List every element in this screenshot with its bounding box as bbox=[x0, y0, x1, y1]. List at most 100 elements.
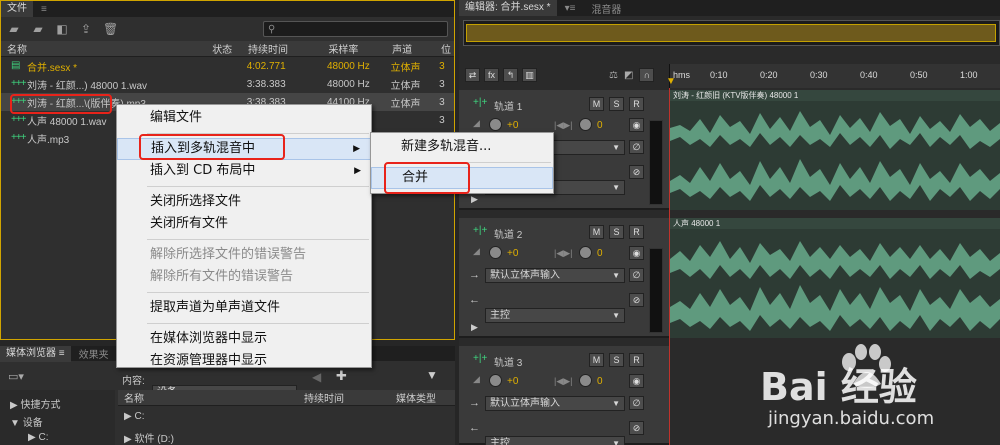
tab-mixer[interactable]: 混音器 bbox=[583, 1, 629, 16]
clip-label[interactable]: 人声 48000 1 bbox=[670, 218, 1000, 229]
track-name[interactable]: 轨道 2 bbox=[494, 226, 522, 241]
mute-button[interactable]: M bbox=[589, 353, 604, 367]
input-select[interactable]: 默认立体声输入 ▼ bbox=[485, 396, 625, 411]
open-append-icon[interactable]: ▰ bbox=[31, 23, 45, 35]
menu-item-extract-mono[interactable]: 提取声道为单声道文件 bbox=[117, 297, 371, 319]
phase-icon[interactable]: ∅ bbox=[629, 268, 644, 282]
solo-button[interactable]: S bbox=[609, 225, 624, 239]
output-select[interactable]: 主控 ▼ bbox=[485, 308, 625, 323]
solo-button[interactable]: S bbox=[609, 353, 624, 367]
mute-button[interactable]: M bbox=[589, 97, 604, 111]
overview-bar[interactable] bbox=[463, 20, 1000, 46]
monitor-icon[interactable]: ◉ bbox=[629, 118, 644, 132]
panel-menu-icon[interactable]: ▾≡ bbox=[557, 3, 584, 14]
menu-item-show-explorer[interactable]: 在资源管理器中显示 bbox=[117, 350, 371, 372]
clip-label[interactable]: 刘涛 - 红颜旧 (KTV版伴奏) 48000 1 bbox=[670, 90, 1000, 101]
menu-item-close-all[interactable]: 关闭所有文件 bbox=[117, 213, 371, 235]
tree-item-c[interactable]: ▶ C: bbox=[28, 432, 48, 443]
trash-icon[interactable]: 🗑 bbox=[103, 23, 118, 35]
headphones-icon[interactable]: ∩ bbox=[639, 68, 655, 82]
menu-item-close-selected[interactable]: 关闭所选择文件 bbox=[117, 191, 371, 213]
record-arm-button[interactable]: R bbox=[629, 97, 644, 111]
col-media-type[interactable]: 媒体类型 bbox=[390, 390, 450, 405]
track-3-lane[interactable] bbox=[670, 346, 1000, 445]
tree-item-devices[interactable]: ▼ 设备 bbox=[10, 414, 43, 429]
pan-knob[interactable] bbox=[579, 118, 592, 131]
menu-item-edit-file[interactable]: 编辑文件 bbox=[117, 107, 371, 129]
mono-icon[interactable]: ⊘ bbox=[629, 165, 644, 179]
track-1-lane[interactable]: 刘涛 - 红颜旧 (KTV版伴奏) 48000 1 bbox=[670, 90, 1000, 210]
track-2-lane[interactable]: 人声 48000 1 bbox=[670, 218, 1000, 338]
drive-icon[interactable]: ▭▾ bbox=[8, 370, 24, 383]
track-name[interactable]: 轨道 1 bbox=[494, 98, 522, 113]
volume-knob[interactable] bbox=[489, 246, 502, 259]
expand-icon[interactable]: ▶ bbox=[471, 194, 478, 205]
media-item-c[interactable]: ▶ C: bbox=[124, 411, 144, 422]
menu-item-show-media-browser[interactable]: 在媒体浏览器中显示 bbox=[117, 328, 371, 350]
pan-knob[interactable] bbox=[579, 374, 592, 387]
content-label: 内容: bbox=[122, 376, 145, 387]
col-rate[interactable]: 采样率 bbox=[322, 41, 386, 56]
col-channels[interactable]: 声道 bbox=[386, 41, 435, 56]
record-arm-button[interactable]: R bbox=[629, 353, 644, 367]
tab-media-browser[interactable]: 媒体浏览器 ≡ bbox=[0, 345, 71, 362]
tab-files[interactable]: 文件 bbox=[1, 1, 33, 17]
io-icon[interactable]: ⇄ bbox=[465, 68, 480, 82]
ruler-label: 0:10 bbox=[710, 70, 728, 80]
volume-value[interactable]: +0 bbox=[507, 376, 518, 387]
phase-icon[interactable]: ∅ bbox=[629, 396, 644, 410]
editor-panel: 编辑器: 合并.sesx * ▾≡ 混音器 ⇄ fx ↰ ▥ ⚖ ◩ ∩ hms… bbox=[459, 0, 1000, 445]
annotation-box-merge bbox=[384, 162, 470, 194]
metronome-icon[interactable]: ⚖ bbox=[609, 70, 618, 81]
volume-value[interactable]: +0 bbox=[507, 248, 518, 259]
volume-knob[interactable] bbox=[489, 118, 502, 131]
mono-icon[interactable]: ⊘ bbox=[629, 421, 644, 435]
col-name[interactable]: 名称 bbox=[1, 41, 206, 56]
mono-icon[interactable]: ⊘ bbox=[629, 293, 644, 307]
monitor-icon[interactable]: ◉ bbox=[629, 374, 644, 388]
pan-value[interactable]: 0 bbox=[597, 248, 603, 259]
file-row[interactable]: ▤ 合并.sesx * 4:02.771 48000 Hz 立体声 3 bbox=[1, 57, 454, 75]
filter-icon[interactable]: ▼ bbox=[426, 368, 438, 382]
search-input[interactable]: ⚲ bbox=[263, 21, 448, 37]
input-select[interactable]: 默认立体声输入 ▼ bbox=[485, 268, 625, 283]
open-folder-icon[interactable]: ▰ bbox=[7, 23, 21, 35]
col-duration[interactable]: 持续时间 bbox=[298, 390, 390, 405]
monitor-icon[interactable]: ◉ bbox=[629, 246, 644, 260]
volume-knob[interactable] bbox=[489, 374, 502, 387]
pan-value[interactable]: 0 bbox=[597, 120, 603, 131]
record-arm-button[interactable]: R bbox=[629, 225, 644, 239]
tab-editor[interactable]: 编辑器: 合并.sesx * bbox=[459, 0, 557, 16]
tab-effects-rack[interactable]: 效果夹 bbox=[71, 346, 117, 361]
col-status[interactable]: 状态 bbox=[206, 41, 242, 56]
media-item-d[interactable]: ▶ 软件 (D:) bbox=[124, 430, 174, 445]
back-arrow-icon[interactable]: ◀ bbox=[312, 370, 321, 384]
eq-icon[interactable]: ▥ bbox=[522, 68, 537, 82]
file-row[interactable]: +++ 刘涛 - 红颜...) 48000 1.wav 3:38.383 4800… bbox=[1, 75, 454, 93]
waveform-icon: +|+ bbox=[473, 353, 488, 364]
sync-icon[interactable]: ◩ bbox=[624, 70, 633, 81]
solo-button[interactable]: S bbox=[609, 97, 624, 111]
pan-value[interactable]: 0 bbox=[597, 376, 603, 387]
panel-menu-icon[interactable]: ≡ bbox=[33, 4, 55, 15]
expand-icon[interactable]: ▶ bbox=[471, 322, 478, 333]
col-bits[interactable]: 位 bbox=[435, 41, 454, 56]
col-duration[interactable]: 持续时间 bbox=[242, 41, 322, 56]
time-ruler[interactable]: hms 0:10 0:20 0:30 0:40 0:50 1:00 ▼ bbox=[666, 64, 1000, 88]
menu-item-insert-cd[interactable]: 插入到 CD 布局中 ▶ bbox=[117, 160, 371, 182]
sends-icon[interactable]: ↰ bbox=[503, 68, 518, 82]
col-name[interactable]: 名称 bbox=[118, 390, 298, 405]
pan-knob[interactable] bbox=[579, 246, 592, 259]
playhead-icon[interactable]: ▼ bbox=[666, 76, 676, 87]
phase-icon[interactable]: ∅ bbox=[629, 140, 644, 154]
tree-item-shortcuts[interactable]: ▶ 快捷方式 bbox=[10, 396, 60, 411]
insert-into-multitrack-icon[interactable]: ⇪ bbox=[79, 23, 93, 35]
mute-button[interactable]: M bbox=[589, 225, 604, 239]
new-file-icon[interactable]: ◧ bbox=[55, 23, 69, 35]
track-name[interactable]: 轨道 3 bbox=[494, 354, 522, 369]
menu-item-new-multitrack[interactable]: 新建多轨混音... bbox=[371, 136, 553, 158]
fx-icon[interactable]: fx bbox=[484, 68, 499, 82]
volume-value[interactable]: +0 bbox=[507, 120, 518, 131]
output-select[interactable]: 主控 ▼ bbox=[485, 436, 625, 445]
overview-range[interactable] bbox=[466, 24, 996, 42]
